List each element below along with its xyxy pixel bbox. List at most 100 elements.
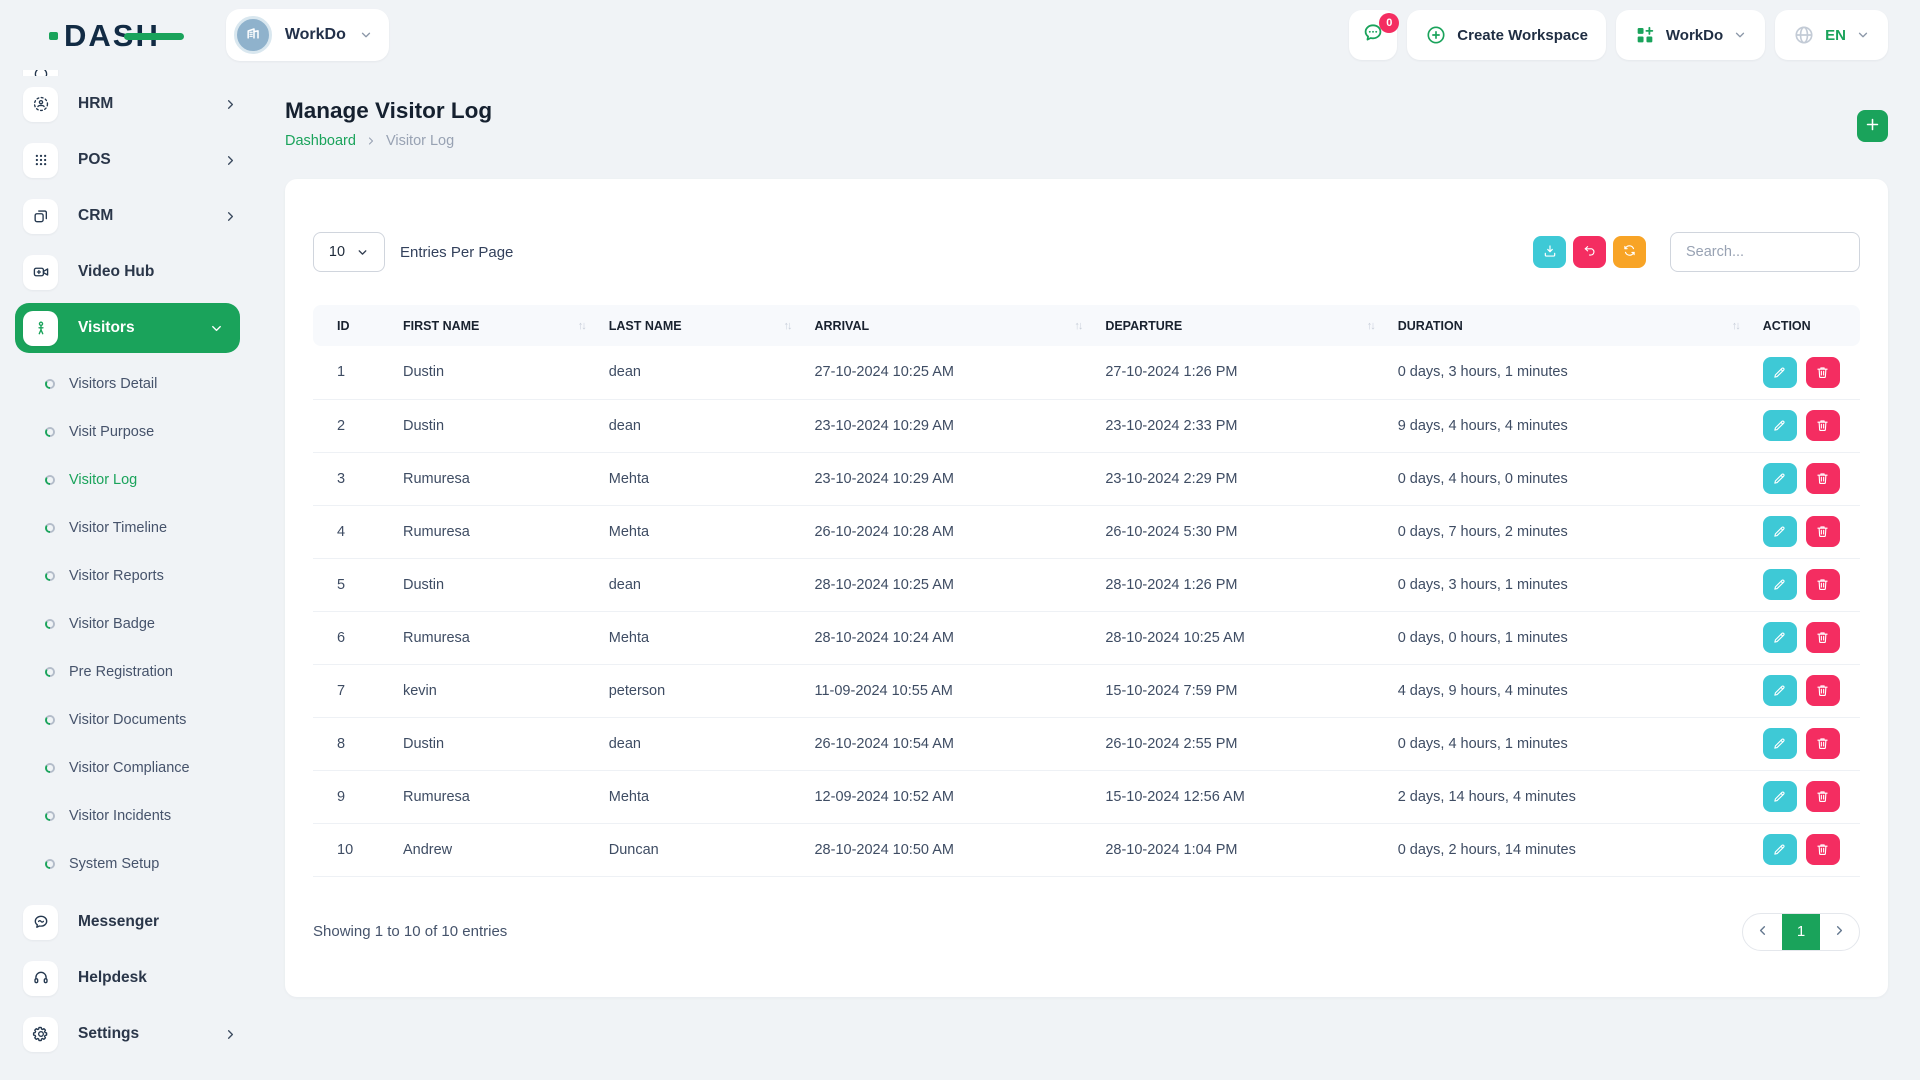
- sidebar-subitem-visitor-compliance[interactable]: Visitor Compliance: [0, 744, 258, 792]
- pencil-icon: [1772, 365, 1787, 380]
- edit-button[interactable]: [1763, 569, 1797, 600]
- current-page-button[interactable]: 1: [1782, 914, 1820, 950]
- sidebar-subitem-system-setup[interactable]: System Setup: [0, 840, 258, 888]
- undo-button[interactable]: [1573, 236, 1606, 268]
- delete-button[interactable]: [1806, 622, 1840, 653]
- pencil-icon: [1772, 842, 1787, 857]
- cell-id: 7: [313, 664, 395, 717]
- sidebar-item-label: CRM: [78, 207, 113, 225]
- column-header-duration[interactable]: DURATION ↑↓: [1390, 305, 1755, 346]
- cell-id: 9: [313, 770, 395, 823]
- search-input[interactable]: [1670, 232, 1860, 272]
- edit-button[interactable]: [1763, 622, 1797, 653]
- chat-badge: 0: [1379, 13, 1399, 33]
- table-row: 6 Rumuresa Mehta 28-10-2024 10:24 AM 28-…: [313, 611, 1860, 664]
- sidebar-subitem-visitor-log[interactable]: Visitor Log: [0, 456, 258, 504]
- edit-button[interactable]: [1763, 357, 1797, 388]
- sort-icon[interactable]: ↑↓: [783, 320, 790, 332]
- edit-button[interactable]: [1763, 728, 1797, 759]
- delete-button[interactable]: [1806, 834, 1840, 865]
- edit-button[interactable]: [1763, 410, 1797, 441]
- plus-icon: [1864, 116, 1881, 136]
- sidebar-item-video-hub[interactable]: Video Hub: [0, 244, 258, 300]
- next-page-button[interactable]: [1820, 914, 1859, 950]
- column-header-arrival[interactable]: ARRIVAL ↑↓: [806, 305, 1097, 346]
- sidebar-subitem-visitor-reports[interactable]: Visitor Reports: [0, 552, 258, 600]
- refresh-button[interactable]: [1613, 236, 1646, 268]
- language-selector[interactable]: EN: [1775, 10, 1888, 60]
- settings-icon: [32, 1025, 50, 1043]
- previous-page-button[interactable]: [1743, 914, 1782, 950]
- sidebar-item-hrm[interactable]: HRM: [0, 76, 258, 132]
- logo-dot: [49, 32, 58, 40]
- cell-duration: 2 days, 14 hours, 4 minutes: [1390, 770, 1755, 823]
- table-body: 1 Dustin dean 27-10-2024 10:25 AM 27-10-…: [313, 346, 1860, 876]
- sort-icon[interactable]: ↑↓: [1074, 320, 1081, 332]
- workspace-selector[interactable]: WorkDo: [226, 9, 389, 61]
- delete-button[interactable]: [1806, 357, 1840, 388]
- cell-action: [1755, 611, 1860, 664]
- table-row: 3 Rumuresa Mehta 23-10-2024 10:29 AM 23-…: [313, 452, 1860, 505]
- delete-button[interactable]: [1806, 410, 1840, 441]
- sidebar-subitem-visitor-timeline[interactable]: Visitor Timeline: [0, 504, 258, 552]
- sidebar-subitem-visitor-badge[interactable]: Visitor Badge: [0, 600, 258, 648]
- workspace-dropdown-label: WorkDo: [1666, 27, 1723, 44]
- sidebar-subitem-visitor-incidents[interactable]: Visitor Incidents: [0, 792, 258, 840]
- delete-button[interactable]: [1806, 675, 1840, 706]
- edit-button[interactable]: [1763, 516, 1797, 547]
- column-header-last-name[interactable]: LAST NAME ↑↓: [601, 305, 807, 346]
- sidebar-item-crm[interactable]: CRM: [0, 188, 258, 244]
- sidebar-subitem-visitors-detail[interactable]: Visitors Detail: [0, 360, 258, 408]
- sidebar-item-pos[interactable]: POS: [0, 132, 258, 188]
- table-head-row: ID FIRST NAME ↑↓ LAST NAME ↑↓ ARRIVAL ↑↓…: [313, 305, 1860, 346]
- delete-button[interactable]: [1806, 781, 1840, 812]
- cell-action: [1755, 505, 1860, 558]
- pencil-icon: [1772, 630, 1787, 645]
- cell-departure: 23-10-2024 2:29 PM: [1097, 452, 1389, 505]
- building-icon: [243, 23, 263, 48]
- cell-departure: 26-10-2024 5:30 PM: [1097, 505, 1389, 558]
- submenu-dot-icon: [45, 859, 55, 869]
- export-button[interactable]: [1533, 236, 1566, 268]
- pos-icon: [32, 151, 50, 169]
- sort-icon[interactable]: ↑↓: [1367, 320, 1374, 332]
- cell-departure: 15-10-2024 12:56 AM: [1097, 770, 1389, 823]
- delete-button[interactable]: [1806, 516, 1840, 547]
- app-logo[interactable]: DASH: [64, 20, 160, 51]
- sidebar-item-settings[interactable]: Settings: [0, 1006, 258, 1062]
- messenger-button[interactable]: 0: [1349, 10, 1397, 60]
- delete-button[interactable]: [1806, 569, 1840, 600]
- sidebar-item-helpdesk[interactable]: Helpdesk: [0, 950, 258, 1006]
- delete-button[interactable]: [1806, 463, 1840, 494]
- delete-button[interactable]: [1806, 728, 1840, 759]
- edit-button[interactable]: [1763, 463, 1797, 494]
- pencil-icon: [1772, 418, 1787, 433]
- sort-icon[interactable]: ↑↓: [578, 320, 585, 332]
- cell-first-name: Andrew: [395, 823, 601, 876]
- workspace-dropdown[interactable]: WorkDo: [1616, 10, 1765, 60]
- submenu-dot-icon: [45, 379, 55, 389]
- cell-action: [1755, 452, 1860, 505]
- sidebar-subitem-visitor-documents[interactable]: Visitor Documents: [0, 696, 258, 744]
- edit-button[interactable]: [1763, 675, 1797, 706]
- edit-button[interactable]: [1763, 834, 1797, 865]
- breadcrumb-dashboard-link[interactable]: Dashboard: [285, 133, 356, 149]
- cell-departure: 15-10-2024 7:59 PM: [1097, 664, 1389, 717]
- sidebar-subitem-visit-purpose[interactable]: Visit Purpose: [0, 408, 258, 456]
- sidebar-item-messenger[interactable]: Messenger: [0, 894, 258, 950]
- cell-arrival: 26-10-2024 10:28 AM: [806, 505, 1097, 558]
- column-header-departure[interactable]: DEPARTURE ↑↓: [1097, 305, 1389, 346]
- cell-last-name: dean: [601, 399, 807, 452]
- sidebar-item-label: Video Hub: [78, 263, 154, 281]
- edit-button[interactable]: [1763, 781, 1797, 812]
- add-visitor-log-button[interactable]: [1857, 110, 1888, 142]
- sidebar-subitem-pre-registration[interactable]: Pre Registration: [0, 648, 258, 696]
- logo-bar: [124, 33, 184, 40]
- create-workspace-button[interactable]: Create Workspace: [1407, 10, 1606, 60]
- cell-duration: 0 days, 4 hours, 0 minutes: [1390, 452, 1755, 505]
- entries-per-page-select[interactable]: 10: [313, 232, 385, 272]
- sort-icon[interactable]: ↑↓: [1732, 320, 1739, 332]
- cell-action: [1755, 399, 1860, 452]
- column-header-first-name[interactable]: FIRST NAME ↑↓: [395, 305, 601, 346]
- sidebar-item-visitors[interactable]: Visitors: [15, 303, 240, 353]
